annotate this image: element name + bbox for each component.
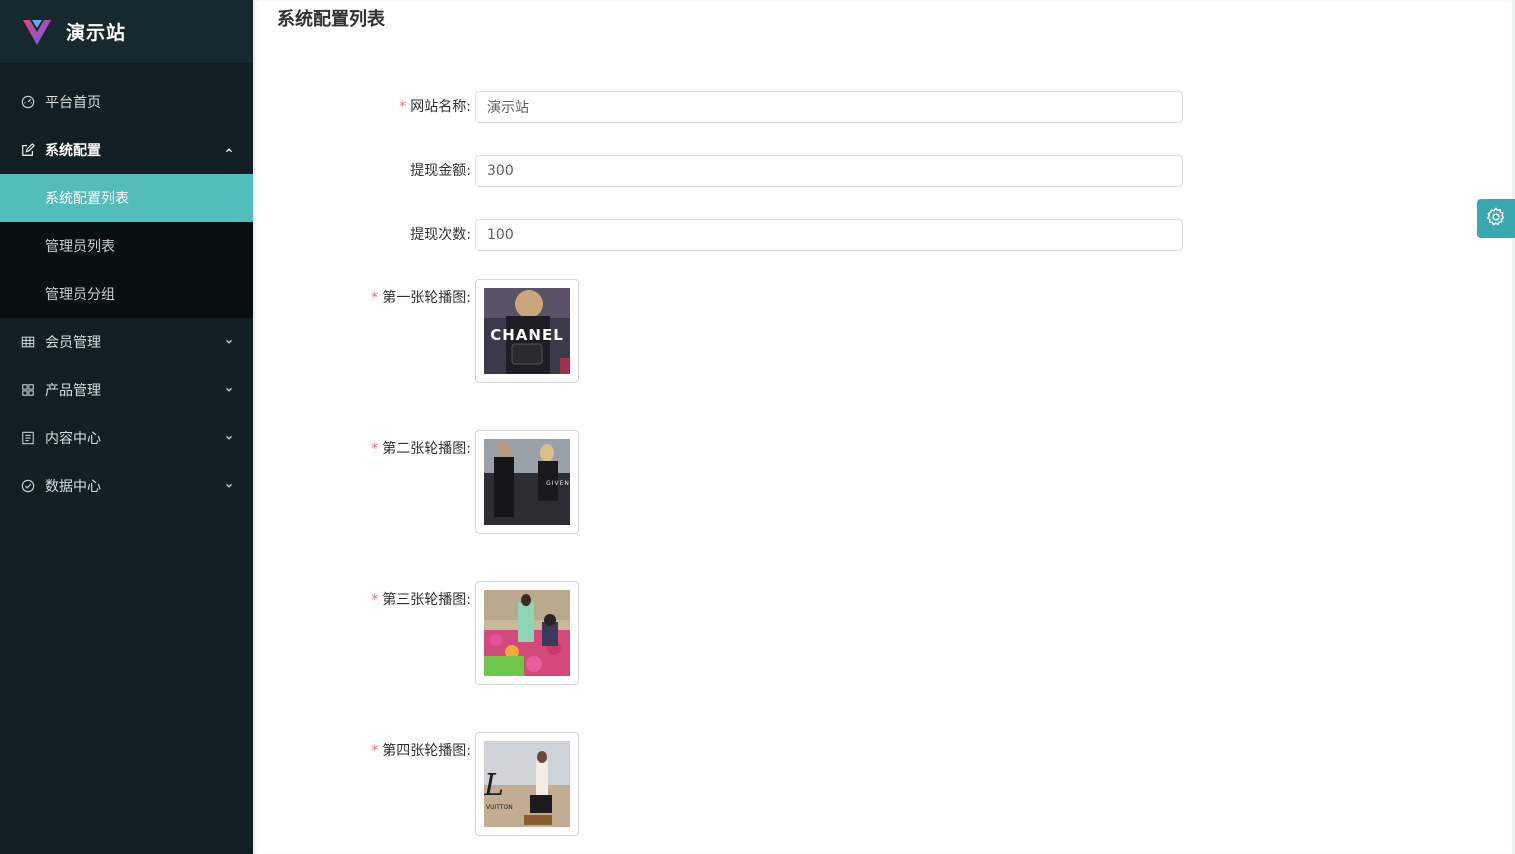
banner-3-upload[interactable] <box>475 581 579 685</box>
chevron-down-icon <box>223 480 235 492</box>
banner-2-label: * 第二张轮播图: <box>371 441 471 457</box>
sidebar-item-system-config[interactable]: 系统配置 <box>0 126 253 174</box>
withdraw-times-label: 提现次数: <box>410 227 471 243</box>
chevron-down-icon <box>223 336 235 348</box>
banner-4-image: L VUITTON <box>484 741 570 827</box>
chevron-down-icon <box>223 384 235 396</box>
banner-4-upload[interactable]: L VUITTON <box>475 732 579 836</box>
site-name-label: * 网站名称: <box>399 99 471 115</box>
chevron-down-icon <box>223 432 235 444</box>
banner-2-image: GIVEN <box>484 439 570 525</box>
svg-text:L: L <box>484 768 504 803</box>
system-config-submenu: 系统配置列表 管理员列表 管理员分组 <box>0 174 253 318</box>
banner-3-label: * 第三张轮播图: <box>371 592 471 608</box>
banner-4-label: * 第四张轮播图: <box>371 743 471 759</box>
main-content: 系统配置列表 *网站名称: 提现金额: 提现次数: *第一张轮播图: CHANE… <box>253 0 1515 854</box>
check-circle-icon <box>20 478 36 494</box>
grid-icon <box>20 334 36 350</box>
banner-2-brand-text: GIVEN <box>546 480 570 487</box>
withdraw-amount-input[interactable] <box>475 155 1183 187</box>
required-asterisk: * <box>371 592 379 608</box>
required-asterisk: * <box>371 290 379 306</box>
required-asterisk: * <box>399 99 407 115</box>
sidebar-item-label: 会员管理 <box>45 335 101 351</box>
form-row-banner-3: * 第三张轮播图: <box>253 581 579 685</box>
sidebar-item-label: 系统配置 <box>45 143 101 159</box>
form-row-banner-4: * 第四张轮播图: L VUITTON <box>253 732 579 836</box>
vue-logo-icon <box>22 17 52 47</box>
brand-header[interactable]: 演示站 <box>0 0 253 63</box>
banner-1-label: * 第一张轮播图: <box>371 290 471 306</box>
sidebar-item-label: 内容中心 <box>45 431 101 447</box>
withdraw-times-input[interactable] <box>475 219 1183 251</box>
sidebar-item-label: 平台首页 <box>45 95 101 111</box>
form-row-withdraw-times: 提现次数: <box>253 219 1183 251</box>
banner-3-image <box>484 590 570 676</box>
brand-title: 演示站 <box>66 22 127 44</box>
banner-1-image: CHANEL <box>484 288 570 374</box>
sidebar-item-dashboard[interactable]: 平台首页 <box>0 78 253 126</box>
edit-icon <box>20 142 36 158</box>
chevron-up-icon <box>223 144 235 156</box>
dashboard-icon <box>20 94 36 110</box>
sidebar-item-data[interactable]: 数据中心 <box>0 462 253 510</box>
required-asterisk: * <box>371 441 379 457</box>
sidebar-item-label: 数据中心 <box>45 479 101 495</box>
required-asterisk: * <box>371 743 379 759</box>
banner-1-upload[interactable]: CHANEL <box>475 279 579 383</box>
document-icon <box>20 430 36 446</box>
sidebar-item-label: 产品管理 <box>45 383 101 399</box>
banner-1-brand-text: CHANEL <box>490 326 564 344</box>
banner-4-brand-text: VUITTON <box>486 804 513 811</box>
sidebar-item-content[interactable]: 内容中心 <box>0 414 253 462</box>
page-title: 系统配置列表 <box>277 9 385 30</box>
settings-toggle-button[interactable] <box>1477 199 1515 238</box>
sidebar-menu: 平台首页 系统配置 系统配置列表 管理员列表 管理员分组 会员管理 产品管理 内… <box>0 63 253 510</box>
sidebar-item-members[interactable]: 会员管理 <box>0 318 253 366</box>
banner-2-upload[interactable]: GIVEN <box>475 430 579 534</box>
apps-icon <box>20 382 36 398</box>
form-row-banner-1: * 第一张轮播图: CHANEL <box>253 279 579 383</box>
sidebar-item-admin-group[interactable]: 管理员分组 <box>0 270 253 318</box>
form-row-banner-2: * 第二张轮播图: GIVEN <box>253 430 579 534</box>
sidebar-item-admin-list[interactable]: 管理员列表 <box>0 222 253 270</box>
sidebar-item-system-config-list[interactable]: 系统配置列表 <box>0 174 253 222</box>
sidebar-item-products[interactable]: 产品管理 <box>0 366 253 414</box>
form-row-withdraw-amount: 提现金额: <box>253 155 1183 187</box>
site-name-input[interactable] <box>475 91 1183 123</box>
form-row-site-name: * 网站名称: <box>253 91 1183 123</box>
gear-icon <box>1485 206 1507 232</box>
sidebar: 演示站 平台首页 系统配置 系统配置列表 管理员列表 管理员分组 会员管理 产品… <box>0 0 253 854</box>
withdraw-amount-label: 提现金额: <box>410 163 471 179</box>
